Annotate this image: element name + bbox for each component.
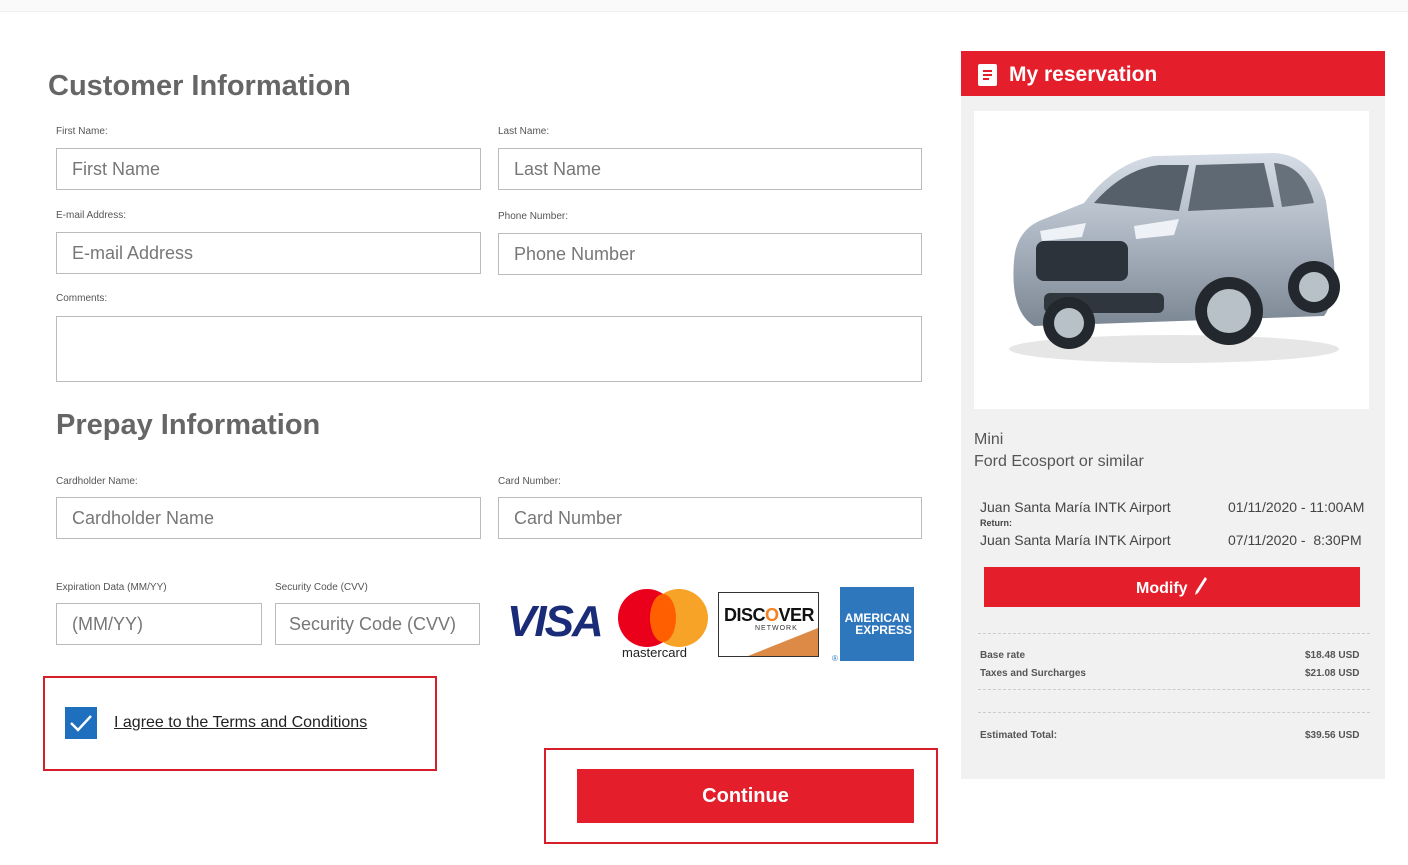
amex-text-2: EXPRESS <box>855 623 912 637</box>
terms-checkbox[interactable] <box>65 707 97 739</box>
email-label: E-mail Address: <box>56 210 127 221</box>
last-name-input[interactable] <box>498 148 922 190</box>
taxes-value: $21.08 USD <box>1305 668 1360 679</box>
prepay-info-title: Prepay Information <box>56 409 321 441</box>
last-name-label: Last Name: <box>498 126 550 137</box>
discover-logo: DISCOVER NETWORK <box>718 592 819 657</box>
email-input[interactable] <box>56 232 481 274</box>
modify-button[interactable]: Modify <box>984 567 1360 607</box>
customer-info-title: Customer Information <box>48 70 351 102</box>
discover-text-b: VER <box>778 605 815 625</box>
cvv-label: Security Code (CVV) <box>275 582 368 593</box>
cvv-input[interactable] <box>275 603 480 645</box>
pickup-location: Juan Santa María INTK Airport <box>980 499 1171 515</box>
comments-label: Comments: <box>56 293 108 304</box>
car-icon <box>1009 153 1340 363</box>
card-number-input[interactable] <box>498 497 922 539</box>
car-model: Ford Ecosport or similar <box>974 453 1144 470</box>
divider-2 <box>978 689 1370 690</box>
mastercard-logo: mastercard <box>618 589 710 661</box>
comments-textarea[interactable] <box>56 316 922 382</box>
return-label: Return: <box>980 518 1012 528</box>
return-location: Juan Santa María INTK Airport <box>980 532 1171 548</box>
discover-text-a: DISC <box>724 605 766 625</box>
expiration-input[interactable] <box>56 603 262 645</box>
divider-1 <box>978 633 1370 634</box>
reservation-title: My reservation <box>1009 63 1158 86</box>
divider-3 <box>978 712 1370 713</box>
card-number-label: Card Number: <box>498 476 561 487</box>
top-divider <box>0 0 1408 12</box>
terms-link[interactable]: I agree to the Terms and Conditions <box>114 714 367 732</box>
phone-label: Phone Number: <box>498 211 569 222</box>
car-class: Mini <box>974 431 1004 448</box>
total-label: Estimated Total: <box>980 730 1058 741</box>
checkmark-icon <box>70 715 92 732</box>
phone-input[interactable] <box>498 233 922 275</box>
pencil-icon <box>1195 577 1207 595</box>
cardholder-input[interactable] <box>56 497 481 539</box>
total-value: $39.56 USD <box>1305 730 1360 741</box>
amex-logo: AMERICAN EXPRESS <box>840 587 914 661</box>
car-image <box>974 111 1369 409</box>
registered-mark: ® <box>832 654 838 663</box>
first-name-label: First Name: <box>56 126 108 137</box>
base-rate-label: Base rate <box>980 650 1026 661</box>
modify-label: Modify <box>1136 580 1188 597</box>
return-datetime: 07/11/2020 - 8:30PM <box>1228 532 1362 548</box>
expiration-label: Expiration Data (MM/YY) <box>56 582 167 593</box>
taxes-label: Taxes and Surcharges <box>980 668 1086 679</box>
pickup-datetime: 01/11/2020 - 11:00AM <box>1228 499 1365 515</box>
visa-logo: VISA <box>507 597 604 646</box>
continue-button[interactable]: Continue <box>577 769 914 823</box>
mastercard-logo-text: mastercard <box>622 645 688 660</box>
discover-text-o: O <box>765 605 779 625</box>
document-icon <box>978 64 997 86</box>
first-name-input[interactable] <box>56 148 481 190</box>
base-rate-value: $18.48 USD <box>1305 650 1360 661</box>
cardholder-label: Cardholder Name: <box>56 476 138 487</box>
